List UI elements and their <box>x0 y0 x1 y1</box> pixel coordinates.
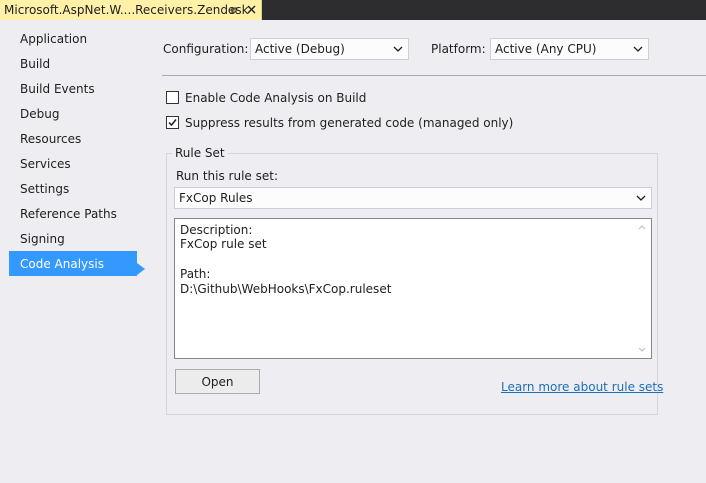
header-separator <box>162 75 706 76</box>
learn-more-link[interactable]: Learn more about rule sets <box>501 380 663 394</box>
scroll-down-icon[interactable] <box>638 347 646 352</box>
sidebar-item-signing[interactable]: Signing <box>9 226 137 251</box>
sidebar-item-debug[interactable]: Debug <box>9 101 137 126</box>
pin-icon[interactable] <box>228 5 238 15</box>
enable-code-analysis-label[interactable]: Enable Code Analysis on Build <box>185 91 366 105</box>
sidebar-item-services[interactable]: Services <box>9 151 137 176</box>
sidebar-item-label: Build Events <box>20 81 95 96</box>
platform-select[interactable]: Active (Any CPU) <box>490 38 649 60</box>
sidebar-item-label: Signing <box>20 231 65 246</box>
sidebar-item-application[interactable]: Application <box>9 26 137 51</box>
chevron-down-icon <box>393 46 403 52</box>
description-text: FxCop rule set <box>180 237 267 251</box>
chevron-down-icon <box>636 195 646 201</box>
path-heading: Path: <box>180 267 211 281</box>
open-button[interactable]: Open <box>175 369 260 394</box>
chevron-down-icon <box>633 46 643 52</box>
sidebar-item-resources[interactable]: Resources <box>9 126 137 151</box>
suppress-generated-checkbox[interactable] <box>166 116 179 129</box>
document-tab-bar: Microsoft.AspNet.W....Receivers.Zendesk <box>0 0 706 20</box>
close-icon[interactable] <box>246 4 257 15</box>
description-heading: Description: <box>180 223 253 237</box>
document-tab[interactable]: Microsoft.AspNet.W....Receivers.Zendesk <box>0 0 262 20</box>
sidebar-item-reference-paths[interactable]: Reference Paths <box>9 201 137 226</box>
active-item-arrow-icon <box>137 263 145 275</box>
sidebar-item-label: Build <box>20 56 51 71</box>
configuration-value: Active (Debug) <box>255 42 345 56</box>
sidebar-item-label: Code Analysis <box>20 256 104 271</box>
platform-value: Active (Any CPU) <box>495 42 597 56</box>
rule-set-group-title: Rule Set <box>172 146 228 160</box>
sidebar-item-code-analysis[interactable]: Code Analysis <box>9 251 137 276</box>
enable-code-analysis-checkbox[interactable] <box>166 91 179 104</box>
checkmark-icon <box>168 119 177 127</box>
rule-set-value: FxCop Rules <box>179 191 253 205</box>
sidebar-nav: Application Build Build Events Debug Res… <box>0 20 150 483</box>
sidebar-item-build-events[interactable]: Build Events <box>9 76 137 101</box>
rule-set-description-box[interactable]: Description: FxCop rule set Path: D:\Git… <box>174 218 652 359</box>
document-tab-title: Microsoft.AspNet.W....Receivers.Zendesk <box>4 3 249 17</box>
sidebar-item-build[interactable]: Build <box>9 51 137 76</box>
sidebar-item-label: Reference Paths <box>20 206 117 221</box>
sidebar-item-label: Debug <box>20 106 60 121</box>
sidebar-item-label: Settings <box>20 181 70 196</box>
suppress-generated-label[interactable]: Suppress results from generated code (ma… <box>185 116 513 130</box>
sidebar-item-label: Application <box>20 31 88 46</box>
configuration-select[interactable]: Active (Debug) <box>250 38 409 60</box>
scroll-up-icon[interactable] <box>638 225 646 230</box>
rule-set-select[interactable]: FxCop Rules <box>174 187 652 209</box>
path-text: D:\Github\WebHooks\FxCop.ruleset <box>180 282 392 296</box>
sidebar-item-settings[interactable]: Settings <box>9 176 137 201</box>
platform-label: Platform: <box>431 42 486 56</box>
configuration-label: Configuration: <box>163 42 249 56</box>
sidebar-item-label: Services <box>20 156 71 171</box>
run-rule-set-label: Run this rule set: <box>176 169 278 183</box>
sidebar-item-label: Resources <box>20 131 82 146</box>
open-button-label: Open <box>201 374 234 389</box>
